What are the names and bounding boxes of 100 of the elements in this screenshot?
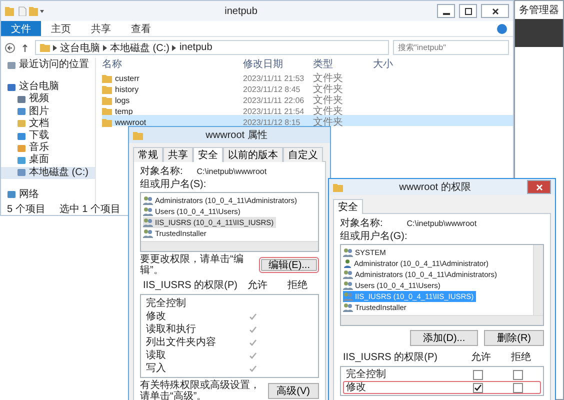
nav-item[interactable]: 视频 bbox=[1, 93, 95, 106]
permission-row[interactable]: 修改 bbox=[343, 381, 541, 394]
search-field[interactable]: 搜索"inetpub" bbox=[393, 40, 509, 55]
nav-item-icon bbox=[7, 190, 16, 200]
folder-icon bbox=[133, 130, 143, 140]
nav-item[interactable]: 最近访问的位置 bbox=[1, 59, 95, 72]
permission-name: 写入 bbox=[146, 363, 167, 374]
nav-item[interactable]: 桌面 bbox=[1, 154, 95, 166]
file-row[interactable]: wwwroot 2023/11/12 8:15 文件夹 bbox=[102, 115, 513, 126]
users-icon bbox=[143, 196, 153, 205]
close-icon bbox=[492, 8, 498, 14]
nav-item[interactable]: 网络 bbox=[1, 188, 95, 201]
column-header[interactable]: 大小 bbox=[373, 58, 433, 70]
maximize-button[interactable] bbox=[459, 4, 477, 18]
maximize-icon bbox=[464, 8, 472, 14]
file-row[interactable]: logs 2023/11/11 22:06 文件夹 bbox=[102, 93, 513, 104]
folder-icon bbox=[5, 6, 45, 16]
column-header: 允许 bbox=[247, 280, 268, 290]
field-label: 组或用户名(S): bbox=[140, 179, 208, 190]
ribbon-tab[interactable]: 文件 bbox=[1, 21, 41, 36]
advanced-button[interactable]: 高级(V) bbox=[268, 383, 319, 399]
nav-item[interactable]: 音乐 bbox=[1, 142, 95, 154]
scrollbar[interactable] bbox=[341, 315, 543, 325]
minimize-button[interactable] bbox=[437, 4, 455, 18]
field-label: IIS_IUSRS 的权限(P) bbox=[343, 352, 438, 362]
file-row[interactable]: history 2023/11/12 8:45 文件夹 bbox=[102, 82, 513, 93]
permission-name: 读取和执行 bbox=[146, 324, 197, 335]
nav-item[interactable]: 文档 bbox=[1, 118, 95, 130]
ribbon-tab[interactable]: 主页 bbox=[41, 21, 81, 36]
scrollbar[interactable] bbox=[533, 245, 543, 315]
nav-item[interactable]: 这台电脑 bbox=[1, 81, 95, 94]
permission-name: 读取 bbox=[146, 350, 167, 361]
permission-name: 修改 bbox=[146, 311, 167, 322]
users-icon bbox=[343, 303, 353, 312]
users-icon bbox=[143, 207, 153, 216]
remove-button[interactable]: 删除(R) bbox=[484, 330, 544, 346]
edit-button[interactable]: 编辑(E)... bbox=[259, 257, 319, 273]
tab[interactable]: 以前的版本 bbox=[223, 147, 283, 162]
chevron-right-icon bbox=[172, 44, 176, 50]
users-icon bbox=[343, 270, 353, 279]
permission-name: 完全控制 bbox=[146, 298, 187, 309]
file-row[interactable]: custerr 2023/11/11 21:53 文件夹 bbox=[102, 71, 513, 82]
users-icon bbox=[143, 218, 153, 227]
address-bar[interactable]: 这台电脑 本地磁盘 (C:) inetpub bbox=[35, 40, 389, 55]
chevron-right-icon bbox=[103, 44, 107, 50]
hint-text: 要更改权限，请单击“编辑”。 bbox=[140, 254, 244, 276]
breadcrumb[interactable]: 这台电脑 bbox=[60, 40, 100, 54]
status-text: 5 个项目 bbox=[7, 204, 46, 214]
window-title: inetpub bbox=[224, 6, 258, 16]
permission-name: 列出文件夹内容 bbox=[146, 337, 217, 348]
ribbon-tab[interactable]: 查看 bbox=[121, 21, 161, 36]
field-label: 对象名称: bbox=[140, 166, 183, 177]
column-header[interactable]: 名称 bbox=[102, 58, 243, 70]
checkbox[interactable] bbox=[473, 382, 483, 392]
nav-item[interactable]: 下载 bbox=[1, 130, 95, 142]
object-path: C:\inetpub\wwwroot bbox=[406, 218, 477, 229]
users-icon bbox=[343, 248, 353, 257]
help-icon[interactable] bbox=[497, 24, 507, 34]
add-button[interactable]: 添加(D)... bbox=[410, 330, 478, 346]
folder-icon bbox=[40, 43, 50, 52]
checkbox[interactable] bbox=[473, 370, 483, 380]
column-header[interactable]: 类型 bbox=[313, 58, 373, 70]
scrollbar[interactable] bbox=[141, 241, 318, 251]
nav-item-icon bbox=[7, 60, 16, 70]
checkbox[interactable] bbox=[513, 370, 523, 380]
object-path: C:\inetpub\wwwroot bbox=[196, 166, 267, 177]
users-icon bbox=[343, 281, 353, 290]
checkbox[interactable] bbox=[513, 382, 523, 392]
tab[interactable]: 共享 bbox=[163, 147, 193, 162]
users-icon bbox=[343, 292, 353, 301]
column-header[interactable]: 修改日期 bbox=[243, 58, 313, 70]
close-button[interactable] bbox=[481, 4, 509, 18]
breadcrumb[interactable]: inetpub bbox=[179, 42, 212, 53]
field-label: 组或用户名(G): bbox=[340, 231, 408, 242]
breadcrumb[interactable]: 本地磁盘 (C:) bbox=[110, 40, 170, 54]
window-title: 务管理器 bbox=[519, 4, 559, 16]
chevron-right-icon bbox=[53, 44, 57, 50]
close-icon bbox=[536, 184, 542, 190]
folder-icon bbox=[333, 182, 343, 192]
file-row[interactable]: temp 2023/11/11 21:54 文件夹 bbox=[102, 104, 513, 115]
tab[interactable]: 安全 bbox=[193, 147, 223, 162]
tab[interactable]: 常规 bbox=[133, 147, 163, 162]
status-text: 选中 1 个项目 bbox=[59, 204, 120, 214]
hint-text: 有关特殊权限或高级设置，请单击“高级”。 bbox=[140, 380, 261, 400]
nav-item[interactable]: 本地磁盘 (C:) bbox=[1, 166, 95, 179]
column-header: 拒绝 bbox=[287, 280, 308, 290]
ribbon-tab[interactable]: 共享 bbox=[81, 21, 121, 36]
user-icon bbox=[343, 259, 352, 268]
header-bar bbox=[515, 19, 563, 47]
window-title: wwwroot 的权限 bbox=[398, 180, 472, 194]
window-title: wwwroot 属性 bbox=[204, 128, 268, 142]
field-label: 对象名称: bbox=[340, 218, 383, 229]
field-label: IIS_IUSRS 的权限(P) bbox=[143, 280, 238, 290]
users-icon bbox=[143, 229, 153, 238]
nav-item[interactable]: 图片 bbox=[1, 106, 95, 118]
permission-row[interactable]: 完全控制 bbox=[343, 368, 541, 381]
column-header: 允许 bbox=[471, 352, 491, 362]
tab[interactable]: 自定义 bbox=[283, 147, 323, 162]
check-icon bbox=[474, 384, 482, 392]
tab[interactable]: 安全 bbox=[333, 199, 363, 214]
